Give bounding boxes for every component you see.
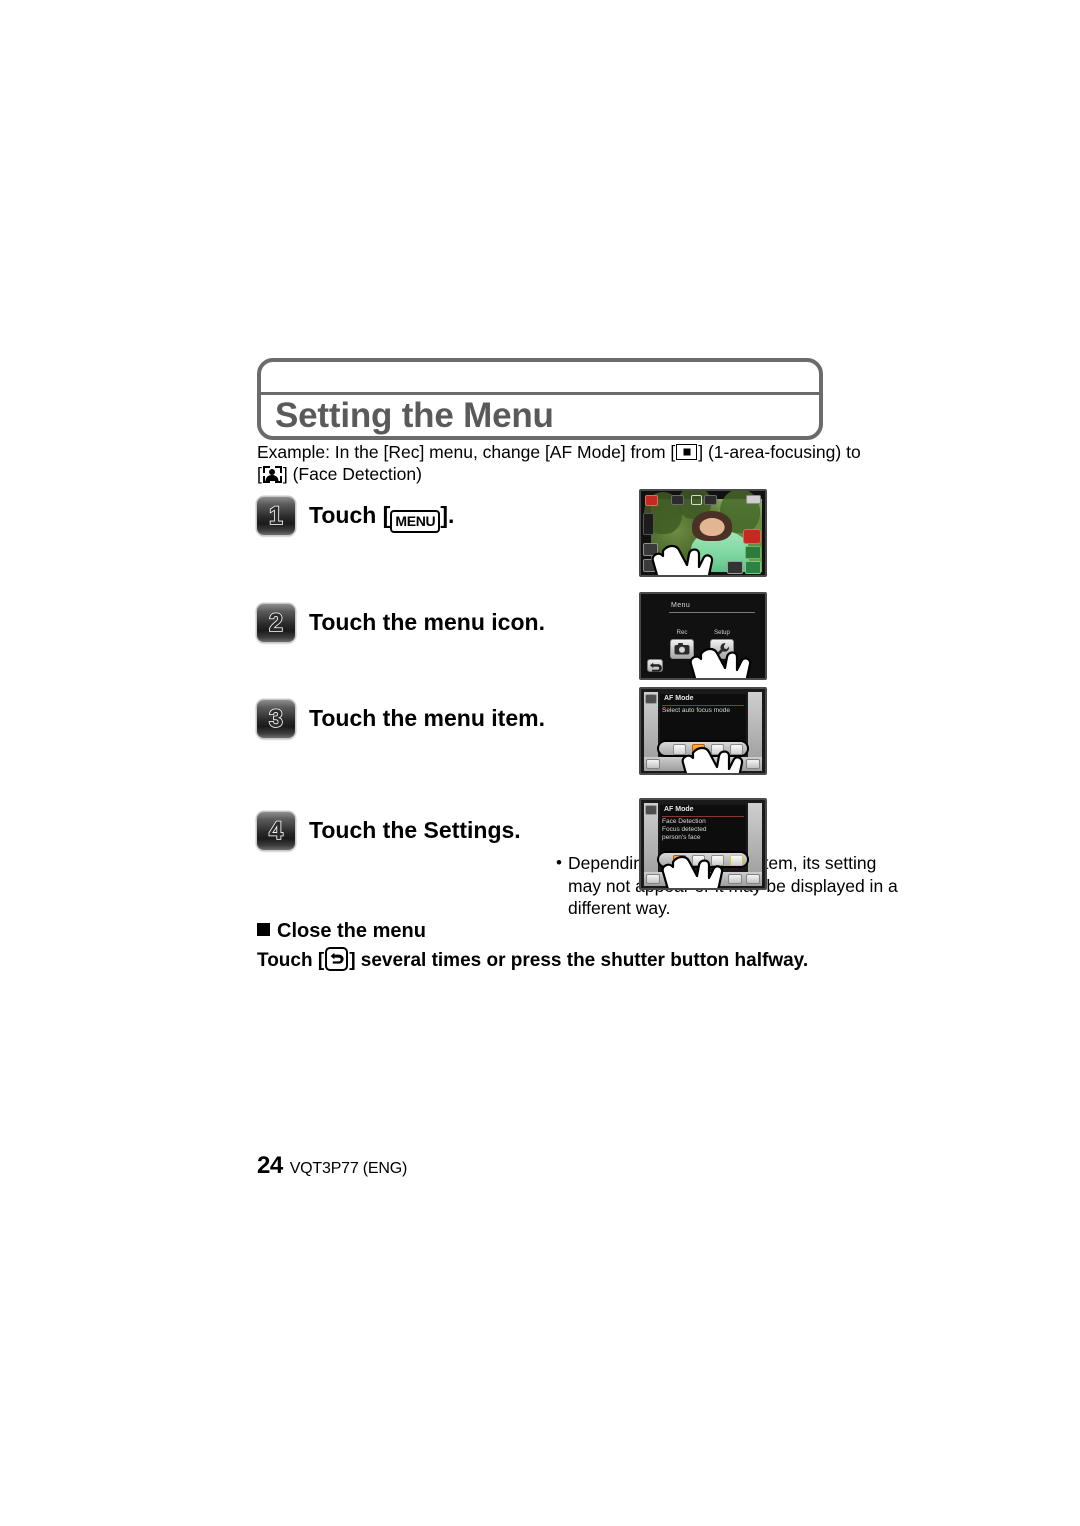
step-3-title: Touch the menu item. [309, 705, 545, 731]
page-footer: 24 VQT3P77 (ENG) [257, 1152, 407, 1180]
setup-menu-button[interactable] [710, 639, 734, 659]
page-title-box: Setting the Menu [257, 358, 823, 440]
af-option-row [657, 851, 749, 868]
rec-menu-button[interactable] [670, 639, 694, 659]
square-bullet-icon [257, 923, 270, 936]
close-menu-heading: Close the menu [257, 920, 426, 943]
example-paragraph: Example: In the [Rec] menu, change [AF M… [257, 441, 861, 485]
document-code: VQT3P77 (ENG) [289, 1160, 408, 1177]
manual-page: Setting the Menu Example: In the [Rec] m… [0, 0, 1080, 1526]
rec-mode-icon[interactable] [645, 495, 658, 506]
step-4-badge: 4 [257, 812, 295, 850]
example-line-1: Example: In the [Rec] menu, change [AF M… [257, 441, 861, 463]
mic-level-button[interactable] [746, 759, 760, 769]
menu-screen: Menu Rec Setup [639, 592, 767, 680]
step-1-text-after: ]. [440, 502, 455, 528]
camera-icon [674, 643, 690, 655]
menu-screen-heading: Menu [671, 602, 691, 609]
multi-area-icon[interactable] [730, 744, 743, 755]
zoom-icon[interactable] [745, 561, 761, 574]
af-tab-icon [645, 805, 657, 815]
mic-level-button[interactable] [746, 874, 760, 884]
af-mode-face-detection-screen: AF Mode Face Detection Focus detected pe… [639, 798, 767, 890]
af-mode-indicator-icon[interactable] [704, 495, 717, 505]
af-option-row [657, 740, 749, 757]
af-body-line-2: Focus detected [662, 826, 707, 833]
image-size-icon[interactable] [671, 495, 684, 505]
step-1-title: Touch [MENU]. [309, 500, 454, 533]
menu-screen-divider [669, 612, 755, 613]
back-arrow-button[interactable] [646, 759, 660, 769]
setup-button-label: Setup [714, 630, 730, 636]
face-detection-icon[interactable] [673, 855, 686, 866]
af-body-line-3: person's face [662, 834, 701, 841]
step-2-title: Touch the menu icon. [309, 609, 545, 635]
step-2-badge: 2 [257, 604, 295, 642]
rec-button-label: Rec [676, 630, 688, 636]
display-button-icon[interactable] [643, 559, 658, 572]
af-tracking-icon[interactable] [692, 855, 705, 866]
step-4-number: 4 [268, 816, 284, 846]
battery-icon [746, 495, 761, 504]
multi-area-focusing-icon[interactable] [711, 855, 724, 866]
wrench-icon [716, 643, 730, 657]
camera-record-icon[interactable] [743, 529, 761, 544]
flash-icon[interactable] [691, 495, 702, 505]
af-mode-select-screen: AF Mode Select auto focus mode [639, 687, 767, 775]
note-bullet: • [556, 853, 562, 872]
step-3-number: 3 [268, 704, 284, 734]
1-area-focusing-icon[interactable] [692, 744, 705, 755]
af-tab-icon [645, 694, 657, 704]
example-text-a: Example: In the [Rec] menu, change [AF M… [257, 442, 676, 462]
back-arrow-button[interactable] [647, 659, 663, 672]
step-1-text-before: Touch [ [309, 502, 391, 528]
face-detection-icon [262, 466, 282, 483]
af-heading-divider [662, 816, 744, 817]
playback-icon[interactable] [745, 546, 761, 559]
spot-focusing-icon[interactable] [711, 744, 724, 755]
af-mode-body: Face Detection Focus detected person's f… [662, 818, 706, 842]
af-heading-divider [662, 705, 744, 706]
af-mode-body: Select auto focus mode [662, 707, 730, 714]
prev-arrow-button[interactable] [666, 874, 680, 884]
af-bottom-bar [644, 757, 762, 771]
close-menu-instruction: Touch [ ] several times or press the shut… [257, 947, 808, 972]
menu-button-icon[interactable] [643, 543, 658, 556]
step-3-badge: 3 [257, 700, 295, 738]
1-area-focusing-icon[interactable] [730, 855, 743, 866]
page-title: Setting the Menu [275, 396, 554, 435]
subject-hair [692, 511, 733, 541]
left-rail [643, 513, 654, 535]
live-view-screen [639, 489, 767, 577]
exposure-button[interactable] [728, 874, 742, 884]
af-mode-heading: AF Mode [664, 695, 694, 702]
back-arrow-icon [650, 662, 662, 672]
step-1-badge: 1 [257, 497, 295, 535]
1-area-focusing-icon [676, 444, 698, 460]
back-arrow-icon [325, 947, 349, 971]
close-menu-text-after: ] several times or press the shutter but… [349, 950, 809, 971]
close-menu-text-before: Touch [ [257, 950, 325, 971]
page-number: 24 [257, 1152, 283, 1179]
example-line-2: [] (Face Detection) [257, 464, 422, 484]
step-2-number: 2 [268, 608, 284, 638]
menu-icon: MENU [390, 510, 441, 533]
step-4-title: Touch the Settings. [309, 817, 521, 843]
back-arrow-button[interactable] [646, 874, 660, 884]
step-1-number: 1 [268, 501, 284, 531]
example-text-b: ] (1-area-focusing) to [698, 442, 861, 462]
af-mode-heading: AF Mode [664, 806, 694, 813]
example-text-c: ] (Face Detection) [282, 464, 422, 484]
af-bottom-bar [644, 872, 762, 886]
af-tracking-icon[interactable] [673, 744, 686, 755]
close-menu-heading-text: Close the menu [277, 920, 426, 942]
scene-icon[interactable] [727, 561, 743, 574]
af-body-line-1: Face Detection [662, 818, 706, 825]
